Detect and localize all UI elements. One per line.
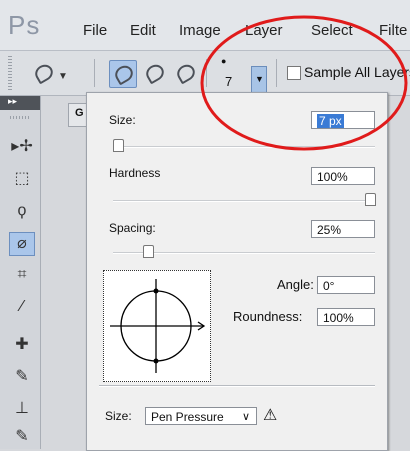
brush-picker-button[interactable]: ▼ [251, 66, 267, 94]
menu-file[interactable]: File [83, 22, 107, 39]
toolbox: ▸▸ ▸✢ ⬚ ϙ ⌀ ⌗ ⁄ ✚ ✎ ⊥ ✎ [0, 96, 41, 449]
divider [276, 59, 277, 87]
angle-label: Angle: [277, 277, 314, 292]
menu-filter[interactable]: Filte [379, 22, 407, 39]
chevron-down-icon: ▼ [255, 74, 264, 84]
hardness-label: Hardness [109, 166, 161, 180]
hardness-slider-track[interactable] [113, 200, 375, 202]
size-value: 7 px [317, 114, 344, 128]
menu-edit[interactable]: Edit [130, 22, 156, 39]
size-slider-track[interactable] [113, 146, 375, 148]
options-bar-grip[interactable] [8, 56, 12, 92]
roundness-label: Roundness: [233, 309, 303, 324]
menu-image[interactable]: Image [179, 22, 221, 39]
brush-tool-icon[interactable]: ✎ [10, 366, 34, 388]
angle-roundness-icon [110, 279, 206, 373]
angle-input[interactable]: 0° [317, 276, 375, 294]
clone-stamp-tool-icon[interactable]: ⊥ [10, 398, 34, 420]
sample-all-layers-checkbox[interactable] [287, 66, 301, 80]
size-input[interactable]: 7 px [311, 111, 375, 129]
brush-icon [112, 62, 136, 86]
brush-tip-preview[interactable] [103, 270, 211, 382]
size-control-label: Size: [105, 409, 132, 423]
size-control-value: Pen Pressure [151, 410, 224, 424]
add-to-selection-button[interactable] [141, 60, 167, 86]
panel-tab-label: G [75, 107, 84, 119]
app-logo: Ps [8, 10, 41, 40]
divider [99, 385, 375, 387]
expand-icon: ▸▸ [8, 96, 18, 106]
brush-tip-dot-icon: ● [221, 56, 227, 66]
divider [206, 59, 207, 87]
chevron-down-icon[interactable]: ▼ [58, 71, 68, 82]
marquee-tool-icon[interactable]: ⬚ [10, 168, 34, 190]
brush-minus-icon [174, 61, 198, 85]
menu-select[interactable]: Select [311, 22, 353, 39]
toolbox-grip[interactable] [10, 116, 30, 119]
brush-size-readout: 7 [225, 74, 233, 89]
subtract-from-selection-button[interactable] [172, 60, 198, 86]
tool-preset-picker[interactable] [30, 60, 56, 86]
divider [94, 59, 95, 87]
warning-icon: ⚠ [263, 407, 278, 424]
hardness-input[interactable]: 100% [311, 167, 375, 185]
size-label: Size: [109, 113, 136, 127]
eyedropper-tool-icon[interactable]: ⁄ [10, 296, 34, 318]
size-control-select[interactable]: Pen Pressure ∨ [145, 407, 257, 425]
spacing-label: Spacing: [109, 221, 156, 235]
spacing-input[interactable]: 25% [311, 220, 375, 238]
menu-bar: Ps File Edit Image Layer Select Filte [0, 0, 410, 51]
menu-layer[interactable]: Layer [245, 22, 283, 39]
toolbox-header[interactable]: ▸▸ [0, 96, 40, 110]
healing-brush-tool-icon[interactable]: ✚ [10, 334, 34, 356]
sample-all-layers-label: Sample All Layers [304, 64, 410, 80]
crop-tool-icon[interactable]: ⌗ [10, 264, 34, 286]
history-brush-tool-icon[interactable]: ✎ [10, 426, 34, 448]
brush-plus-icon [143, 61, 167, 85]
move-tool-icon[interactable]: ▸✢ [10, 136, 34, 158]
hardness-slider-thumb[interactable] [365, 193, 376, 206]
chevron-down-icon: ∨ [241, 411, 250, 423]
new-selection-button[interactable] [109, 60, 137, 88]
quick-selection-tool-icon[interactable]: ⌀ [9, 232, 35, 256]
spacing-slider-thumb[interactable] [143, 245, 155, 258]
lasso-tool-icon[interactable]: ϙ [10, 200, 34, 222]
brush-settings-panel: Size: 7 px Hardness 100% Spacing: 25% An… [86, 92, 388, 451]
brush-icon [32, 61, 56, 85]
roundness-input[interactable]: 100% [317, 308, 375, 326]
size-slider-thumb[interactable] [113, 139, 124, 152]
